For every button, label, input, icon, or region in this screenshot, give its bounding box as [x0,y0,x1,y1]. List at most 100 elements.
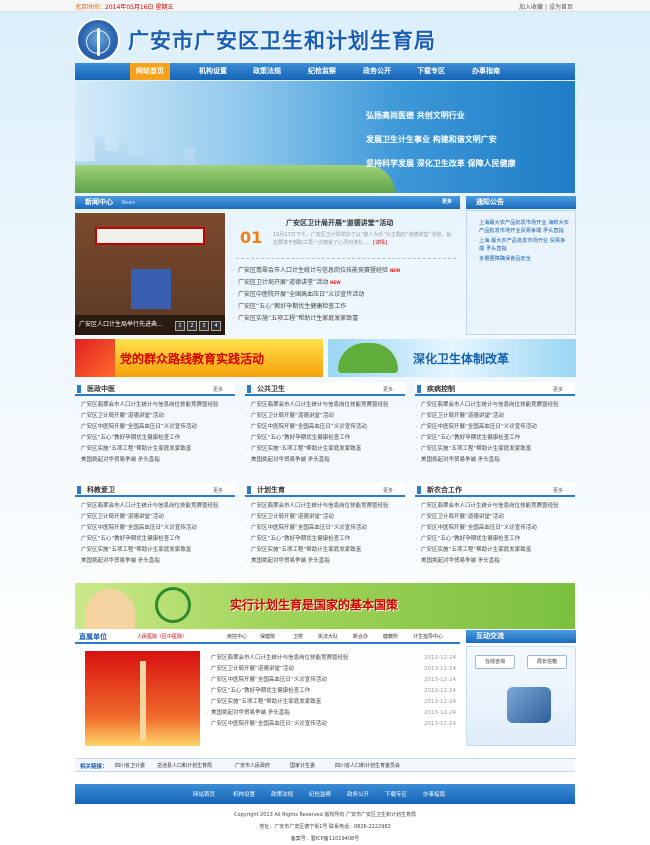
list-item[interactable]: 广安区实施“五项工程”帮助计生家庭发家致富 [245,545,405,556]
nav-home[interactable]: 网站首页 [130,63,170,80]
list-item[interactable]: 广安区卫计局开展“道德讲堂”活动 [75,512,235,523]
list-item[interactable]: 广安区中医院开展“全国高血压日”义诊宣传活动 [245,523,405,534]
pager-2[interactable]: 2 [187,321,197,331]
list-item[interactable]: 广安区翡翠会市人口计生统计与信息岗位技能竞赛暨经验 [75,400,235,411]
list-item[interactable]: 广安区实施“五项工程”帮助计生家庭发家致富 [415,545,575,556]
nav-discipline[interactable]: 纪检监察 [302,63,342,80]
table-row[interactable]: 美国挑起对华贸易争端 矛头直指2013-12-24 [205,708,460,719]
list-item[interactable]: 广安区“五心”教好孕期优生健康检查工作 [75,534,235,545]
list-item[interactable]: 广安区翡翠会市人口计生统计与信息岗位技能竞赛暨经验 [415,501,575,512]
footer-link[interactable]: 纪检监察 [309,790,331,798]
column-more-link[interactable]: 更多 [553,386,563,393]
list-item[interactable]: 美国挑起对华贸易争端 矛头直指 [245,556,405,567]
list-item[interactable]: 广安区中医院开展“全国高血压日”义诊宣传活动 [75,523,235,534]
column-more-link[interactable]: 更多 [383,487,393,494]
list-item[interactable]: 广安区翡翠会市人口计生统计与信息岗位技能竞赛暨经验 [245,501,405,512]
nav-policy[interactable]: 政策法规 [247,63,287,80]
column-more-link[interactable]: 更多 [553,487,563,494]
list-item[interactable]: 广安区实施“五项工程”帮助计生家庭发家致富 [415,444,575,455]
friend-link[interactable]: 广安市人民政府 [235,762,270,769]
friend-link[interactable]: 岳池县人口和计划生育局 [157,762,212,769]
column-more-link[interactable]: 更多 [213,386,223,393]
list-item[interactable]: 多量围障确保食品安全 [473,255,569,263]
tab-cdc[interactable]: 疾控中心 [227,633,247,640]
list-item[interactable]: 广安区“五心”教好孕期优生健康检查工作 [232,301,457,313]
table-row[interactable]: 广安区卫计局开展“道德讲堂”活动2013-12-24 [205,664,460,675]
headline-detail-link[interactable]: [详情] [373,240,387,246]
nav-public-affairs[interactable]: 政务公开 [357,63,397,80]
tab-guidance[interactable]: 计生指导中心 [413,633,443,640]
tab-enforcement[interactable]: 执法大队 [318,633,338,640]
tab-school[interactable]: 卫校 [293,633,303,640]
tab-cooperative[interactable]: 新合办 [353,633,368,640]
column-more-link[interactable]: 更多 [213,487,223,494]
footer-link[interactable]: 办事指南 [423,790,445,798]
pager-3[interactable]: 3 [199,321,209,331]
friend-link[interactable]: 四川省人口和计划生育委员会 [335,762,400,769]
news-photo-slider[interactable]: 广安区人口计生局举行先进典... 1234 [75,213,225,335]
footer-link[interactable]: 政策法规 [271,790,293,798]
table-row[interactable]: 广安区“五心”教好孕期优生健康检查工作2013-12-24 [205,686,460,697]
footer-link[interactable]: 政务公开 [347,790,369,798]
list-item[interactable]: 广安区卫计局开展“道德讲堂”活动 NEW [232,277,457,289]
table-row[interactable]: 广安区中医院开展“全国高血压日”义诊宣传活动2013-12-24 [205,719,460,730]
list-item[interactable]: 广安区卫计局开展“道德讲堂”活动 [245,512,405,523]
table-row[interactable]: 广安区翡翠会市人口计生统计与信息岗位技能竞赛暨经验2013-12-24 [205,653,460,664]
list-item[interactable]: 广安区翡翠会市人口计生统计与信息岗位技能竞赛暨经验 [245,400,405,411]
online-consult-button[interactable]: 在线咨询 [475,655,515,669]
list-item[interactable]: 广安区翡翠会市人口计生统计与信息岗位技能竞赛暨经验 NEW [232,265,457,277]
list-item[interactable]: 广安区翡翠会市人口计生统计与信息岗位技能竞赛暨经验 [75,501,235,512]
headline-title[interactable]: 广安区卫计局开展“道德讲堂”活动 [286,218,393,228]
nav-organization[interactable]: 机构设置 [193,63,233,80]
list-item[interactable]: 广安区卫计局开展“道德讲堂”活动 [245,411,405,422]
list-item[interactable]: 上海最大农产品批发市场开业 海鲜大农产品批发市场开业贸易争端 矛头直指 [473,219,569,235]
pager-1[interactable]: 1 [175,321,185,331]
list-item[interactable]: 上海 最大农产品批发市场开业 贸易争端 矛头直指 [473,237,569,253]
list-item[interactable]: 广安区中医院开展“全国高血压日”义诊宣传活动 [415,523,575,534]
table-row[interactable]: 广安区实施“五项工程”帮助计生家庭发家致富2013-12-24 [205,697,460,708]
list-item[interactable]: 美国挑起对华贸易争端 矛头直指 [415,455,575,466]
list-item[interactable]: 广安区“五心”教好孕期优生健康检查工作 [75,433,235,444]
list-item[interactable]: 广安区实施“五项工程”帮助计生家庭发家致富 [232,313,457,325]
list-item[interactable]: 广安区实施“五项工程”帮助计生家庭发家致富 [75,545,235,556]
list-item[interactable]: 广安区中医院开展“全国高血压日”义诊宣传活动 [245,422,405,433]
family-planning-banner[interactable]: 实行计划生育是国家的基本国策 [75,583,575,629]
list-item[interactable]: 广安区实施“五项工程”帮助计生家庭发家致富 [75,444,235,455]
column-more-link[interactable]: 更多 [383,386,393,393]
list-item[interactable]: 广安区“五心”教好孕期优生健康检查工作 [245,433,405,444]
tab-health-edu[interactable]: 健教所 [383,633,398,640]
list-item[interactable]: 美国挑起对华贸易争端 矛头直指 [75,455,235,466]
list-item[interactable]: 广安区中医院开展“全国高血压日”义诊宣传活动 [75,422,235,433]
list-item[interactable]: 美国挑起对华贸易争端 矛头直指 [415,556,575,567]
column-title: 公共卫生 [257,385,285,393]
mass-line-ad-banner[interactable]: 党的群众路线教育实践活动 [75,339,323,377]
list-item[interactable]: 广安区翡翠会市人口计生统计与信息岗位技能竞赛暨经验 [415,400,575,411]
health-reform-ad-banner[interactable]: 深化卫生体制改革 [328,339,576,377]
list-item[interactable]: 美国挑起对华贸易争端 矛头直指 [75,556,235,567]
friend-link[interactable]: 国家计生委 [290,762,315,769]
nav-guide[interactable]: 办事指南 [465,63,507,80]
footer-link[interactable]: 网站首页 [193,790,215,798]
tab-hospital[interactable]: 人民医院（区中医院） [137,633,187,640]
list-item[interactable]: 广安区“五心”教好孕期优生健康检查工作 [415,433,575,444]
news-more-link[interactable]: 更多 [442,196,452,209]
list-item[interactable]: 广安区中医院开展“全国高血压日”义诊宣传活动 [415,422,575,433]
footer-link[interactable]: 下载专区 [385,790,407,798]
nav-downloads[interactable]: 下载专区 [411,63,451,80]
list-item[interactable]: 广安区实施“五项工程”帮助计生家庭发家致富 [245,444,405,455]
set-homepage-link[interactable]: 设为首页 [549,4,573,11]
add-favorite-link[interactable]: 加入收藏 [519,4,543,11]
list-item[interactable]: 美国挑起对华贸易争端 矛头直指 [245,455,405,466]
director-mailbox-button[interactable]: 局长信箱 [527,655,567,669]
table-row[interactable]: 广安区中医院开展“全国高血压日”义诊宣传活动2013-12-24 [205,675,460,686]
list-item[interactable]: 广安区中医院开展“全国高血压日”义诊宣传活动 [232,289,457,301]
list-item[interactable]: 广安区“五心”教好孕期优生健康检查工作 [415,534,575,545]
pager-4[interactable]: 4 [211,321,221,331]
list-item[interactable]: 广安区卫计局开展“道德讲堂”活动 [415,512,575,523]
tab-maternal[interactable]: 保健院 [260,633,275,640]
list-item[interactable]: 广安区卫计局开展“道德讲堂”活动 [415,411,575,422]
list-item[interactable]: 广安区“五心”教好孕期优生健康检查工作 [245,534,405,545]
footer-link[interactable]: 机构设置 [233,790,255,798]
friend-link[interactable]: 四川省卫计委 [115,762,145,769]
list-item[interactable]: 广安区卫计局开展“道德讲堂”活动 [75,411,235,422]
